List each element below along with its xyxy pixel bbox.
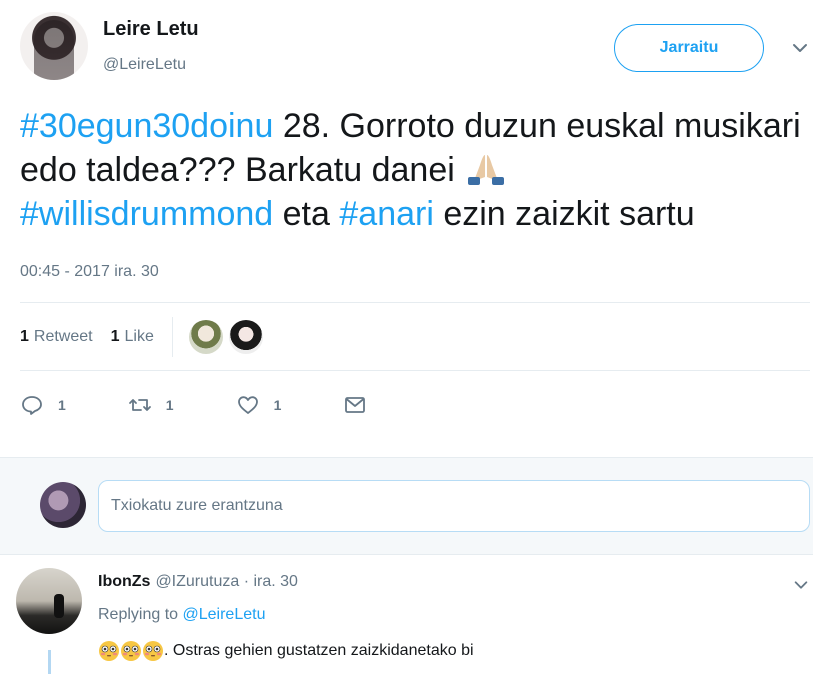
hashtag-link[interactable]: #willisdrummond bbox=[20, 195, 273, 233]
flushed-face-emoji-icon bbox=[99, 641, 119, 661]
tweet-actions: 1 1 1 bbox=[20, 390, 443, 420]
stats-separator bbox=[171, 317, 173, 357]
author-name[interactable]: Leire Letu bbox=[103, 18, 199, 41]
replying-prefix: Replying to bbox=[98, 606, 183, 623]
author-handle[interactable]: @LeireLetu bbox=[103, 56, 186, 74]
chevron-down-icon[interactable] bbox=[790, 38, 810, 58]
retweet-stat-label: Retweet bbox=[33, 328, 93, 345]
like-action[interactable]: 1 bbox=[236, 393, 282, 417]
current-user-avatar[interactable] bbox=[40, 482, 86, 528]
reply-text: . Ostras gehien gustatzen zaizkidanetako… bbox=[98, 640, 474, 662]
direct-message-action[interactable] bbox=[343, 393, 381, 417]
reply-author-name[interactable]: IbonZs bbox=[98, 573, 150, 590]
reply-text-content: . Ostras gehien gustatzen zaizkidanetako… bbox=[164, 642, 474, 659]
reply-compose-box: Txiokatu zure erantzuna bbox=[0, 457, 813, 555]
replying-to: Replying to @LeireLetu bbox=[98, 606, 265, 624]
hashtag-link[interactable]: #30egun30doinu bbox=[20, 107, 273, 145]
retweet-stat[interactable]: 1 Retweet bbox=[20, 328, 93, 346]
like-count: 1 bbox=[273, 397, 282, 413]
retweet-count: 1 bbox=[165, 397, 174, 413]
heart-icon bbox=[237, 396, 258, 414]
reply-count: 1 bbox=[58, 397, 66, 413]
tweet-timestamp[interactable]: 00:45 - 2017 ira. 30 bbox=[20, 263, 159, 281]
reply-author-handle[interactable]: @IZurutuza bbox=[155, 573, 239, 590]
like-stat-count: 1 bbox=[110, 328, 120, 345]
reply-action[interactable]: 1 bbox=[20, 393, 66, 417]
retweet-stat-count: 1 bbox=[20, 328, 29, 345]
divider bbox=[20, 370, 810, 371]
liker-avatar[interactable] bbox=[228, 320, 263, 354]
tweet-header: Leire Letu @LeireLetu Jarraitu bbox=[0, 0, 813, 95]
reply-author-avatar[interactable] bbox=[16, 568, 82, 634]
like-stat[interactable]: 1 Like bbox=[111, 328, 154, 346]
hashtag-link[interactable]: #anari bbox=[339, 195, 434, 233]
envelope-icon bbox=[345, 397, 366, 413]
folded-hands-emoji-icon bbox=[468, 155, 505, 185]
reply-icon bbox=[22, 396, 42, 415]
liker-avatar[interactable] bbox=[188, 320, 223, 354]
mention-link[interactable]: @LeireLetu bbox=[183, 606, 266, 623]
flushed-face-emoji-icon bbox=[143, 641, 163, 661]
tweet-text-part: ezin zaizkit sartu bbox=[433, 195, 695, 233]
tweet-stats: 1 Retweet 1 Like bbox=[20, 317, 269, 357]
flushed-face-emoji-icon bbox=[121, 641, 141, 661]
chevron-down-icon[interactable] bbox=[792, 576, 810, 594]
reply-date[interactable]: · ira. 30 bbox=[239, 573, 298, 590]
follow-button[interactable]: Jarraitu bbox=[614, 24, 764, 72]
tweet-text: #30egun30doinu 28. Gorroto duzun euskal … bbox=[20, 104, 810, 236]
tweet-text-part: eta bbox=[273, 195, 340, 233]
retweet-icon bbox=[128, 399, 151, 411]
reply-header: IbonZs @IZurutuza · ira. 30 bbox=[98, 573, 298, 591]
divider bbox=[20, 302, 810, 303]
reply-input[interactable]: Txiokatu zure erantzuna bbox=[98, 480, 810, 532]
like-stat-label: Like bbox=[124, 328, 154, 345]
thread-line bbox=[48, 650, 51, 674]
author-avatar[interactable] bbox=[20, 12, 88, 80]
reply-tweet[interactable]: IbonZs @IZurutuza · ira. 30 Replying to @… bbox=[0, 556, 813, 674]
retweet-action[interactable]: 1 bbox=[128, 393, 174, 417]
